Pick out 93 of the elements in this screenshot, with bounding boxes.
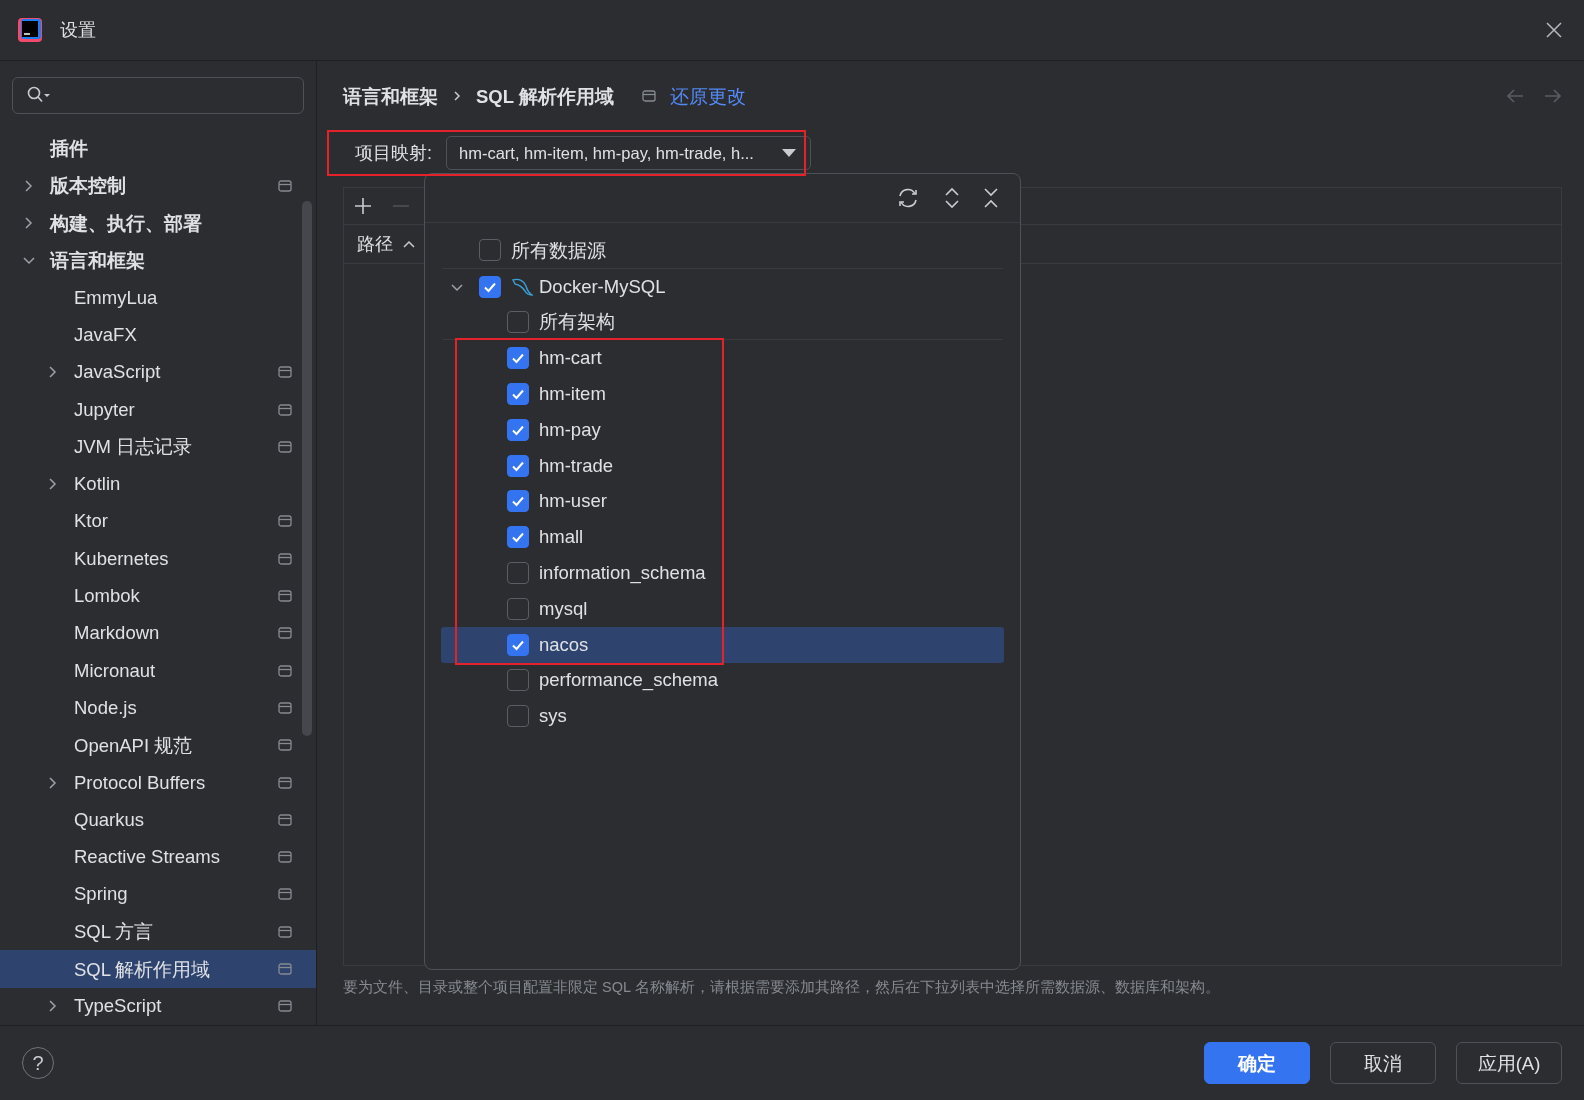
sidebar-item[interactable]: Node.js	[0, 689, 316, 727]
refresh-icon[interactable]	[896, 187, 920, 209]
collapse-all-icon[interactable]	[984, 187, 998, 209]
sidebar-item[interactable]: Kotlin	[0, 465, 316, 503]
project-level-icon	[278, 552, 292, 565]
project-level-icon	[278, 888, 292, 901]
breadcrumb-item[interactable]: 语言和框架	[343, 83, 438, 109]
tree-row[interactable]: sys	[441, 698, 1004, 735]
sidebar-item[interactable]: Kubernetes	[0, 540, 316, 578]
checkbox[interactable]	[507, 490, 529, 513]
sidebar-item[interactable]: Protocol Buffers	[0, 763, 316, 802]
expand-all-icon[interactable]	[945, 187, 959, 209]
tree-row[interactable]: 所有架构	[441, 304, 1004, 341]
tree-row[interactable]: hmall	[441, 519, 1004, 556]
checkbox[interactable]	[507, 562, 529, 585]
tree-row[interactable]: hm-trade	[441, 447, 1004, 484]
sidebar-item[interactable]: Quarkus	[0, 801, 316, 839]
sidebar-item[interactable]: Lombok	[0, 577, 316, 615]
sidebar-item[interactable]: Micronaut	[0, 652, 316, 690]
project-level-icon	[278, 739, 292, 752]
dropdown-arrow-icon	[782, 149, 796, 157]
app-logo-icon	[18, 18, 42, 42]
project-level-icon	[278, 925, 292, 938]
checkbox[interactable]	[479, 275, 501, 298]
window-title: 设置	[60, 19, 96, 42]
search-field[interactable]	[12, 77, 304, 114]
project-level-icon	[278, 1000, 292, 1013]
hint-text: 要为文件、目录或整个项目配置非限定 SQL 名称解析，请根据需要添加其路径，然后在下拉列表中选择所需数据源、数据库和架构。	[343, 978, 1221, 997]
checkbox[interactable]	[507, 311, 529, 333]
sidebar-item[interactable]: 语言和框架	[0, 241, 316, 280]
sidebar-item[interactable]: Jupyter	[0, 390, 316, 429]
search-icon	[27, 86, 51, 105]
checkbox[interactable]	[507, 705, 529, 728]
sidebar-item[interactable]: 版本控制	[0, 167, 316, 205]
project-level-icon	[278, 627, 292, 640]
tree-row[interactable]: hm-cart	[441, 340, 1004, 377]
project-level-icon	[641, 90, 656, 102]
checkbox[interactable]	[507, 347, 529, 370]
tree-row[interactable]: hm-user	[441, 483, 1004, 520]
checkbox[interactable]	[507, 454, 529, 477]
sidebar-item[interactable]: JVM 日志记录	[0, 428, 316, 466]
sidebar-item[interactable]: SQL 方言	[0, 913, 316, 951]
sidebar-item[interactable]: Spring	[0, 875, 316, 914]
sidebar-item[interactable]: 构建、执行、部署	[0, 204, 316, 242]
sidebar-item[interactable]: Markdown	[0, 614, 316, 653]
tree-row[interactable]: mysql	[441, 590, 1004, 627]
checkbox[interactable]	[507, 633, 529, 656]
sidebar-item[interactable]: JavaScript	[0, 353, 316, 391]
sidebar-item[interactable]: JavaFX	[0, 316, 316, 354]
project-level-icon	[278, 851, 292, 864]
project-level-icon	[278, 701, 292, 714]
checkbox[interactable]	[507, 383, 529, 406]
project-level-icon	[278, 963, 292, 976]
sidebar-item[interactable]: 插件	[0, 129, 316, 168]
project-level-icon	[278, 440, 292, 453]
tree-row[interactable]: performance_schema	[441, 662, 1004, 699]
project-level-icon	[278, 664, 292, 677]
tree-row[interactable]: hm-item	[441, 376, 1004, 412]
sidebar-item[interactable]: TypeScript	[0, 987, 316, 1025]
mapping-dropdown[interactable]: hm-cart, hm-item, hm-pay, hm-trade, h...	[446, 136, 811, 170]
mapping-label: 项目映射:	[355, 142, 432, 165]
project-level-icon	[278, 776, 292, 789]
add-icon[interactable]	[354, 197, 372, 215]
checkbox[interactable]	[507, 526, 529, 549]
close-icon[interactable]	[1546, 22, 1562, 38]
reset-link[interactable]: 还原更改	[669, 83, 746, 109]
tree-row[interactable]: information_schema	[441, 555, 1004, 591]
project-level-icon	[278, 590, 292, 603]
column-header[interactable]: 路径	[344, 225, 415, 263]
sidebar-item[interactable]: EmmyLua	[0, 279, 316, 317]
dialog-button[interactable]: 取消	[1330, 1042, 1436, 1084]
sidebar-item[interactable]: Reactive Streams	[0, 838, 316, 876]
tree-row[interactable]: hm-pay	[441, 412, 1004, 448]
project-level-icon	[278, 813, 292, 826]
sidebar-item[interactable]: SQL 解析作用域	[0, 950, 316, 988]
chevron-right-icon	[452, 89, 462, 103]
checkbox[interactable]	[507, 597, 529, 620]
sidebar-item[interactable]: Ktor	[0, 502, 316, 541]
project-level-icon	[278, 179, 292, 192]
dialog-button[interactable]: 确定	[1204, 1042, 1310, 1084]
sidebar-item[interactable]: OpenAPI 规范	[0, 726, 316, 764]
dialog-button[interactable]: 应用(A)	[1456, 1042, 1562, 1084]
scrollbar-thumb[interactable]	[302, 201, 312, 736]
tree-row[interactable]: nacos	[441, 626, 1004, 663]
checkbox[interactable]	[507, 669, 529, 692]
checkbox[interactable]	[479, 239, 501, 262]
project-level-icon	[278, 366, 292, 379]
checkbox[interactable]	[507, 418, 529, 441]
project-level-icon	[278, 403, 292, 416]
breadcrumb-item[interactable]: SQL 解析作用域	[476, 83, 614, 109]
tree-row[interactable]: Docker-MySQL	[441, 268, 1004, 305]
project-level-icon	[278, 515, 292, 528]
tree-row[interactable]: 所有数据源	[441, 233, 1004, 269]
